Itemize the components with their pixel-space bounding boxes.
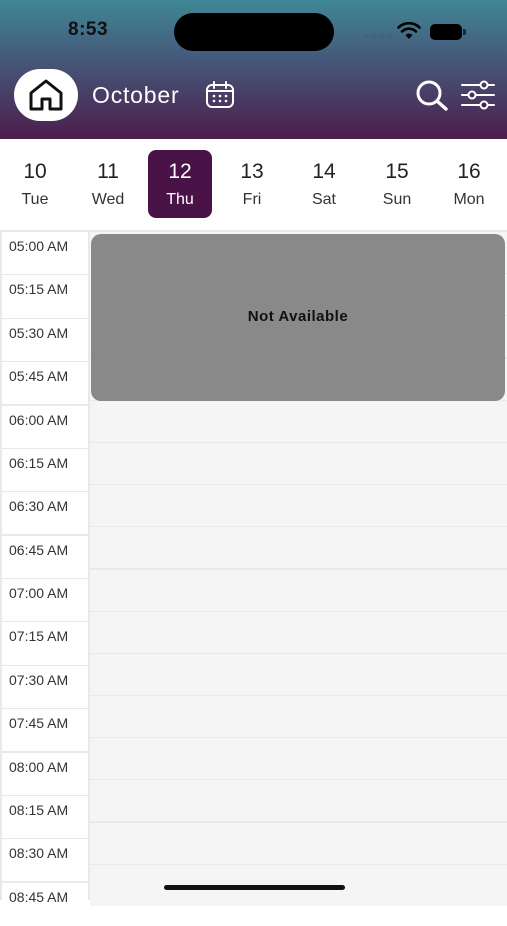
day-number: 12 [168, 160, 192, 183]
day-sun-15[interactable]: 15 Sun [365, 150, 429, 218]
day-selector: 10 Tue 11 Wed 12 Thu 13 Fri 14 Sat 15 Su… [0, 139, 507, 230]
day-tue-10[interactable]: 10 Tue [3, 150, 67, 218]
search-icon[interactable] [414, 78, 450, 112]
time-slot-label: 06:00 AM [2, 405, 88, 448]
time-slot-label: 05:30 AM [2, 318, 88, 361]
time-slot-cell[interactable] [90, 485, 507, 527]
day-number: 11 [97, 160, 119, 183]
time-slot-cell[interactable] [90, 527, 507, 569]
day-of-week: Sun [382, 191, 412, 208]
filter-sliders-icon[interactable] [460, 79, 496, 111]
time-slot-label: 05:00 AM [2, 232, 88, 275]
time-slot-label: 05:15 AM [2, 275, 88, 318]
time-slot-label: 07:00 AM [2, 579, 88, 622]
not-available-label: Not Available [247, 307, 349, 325]
day-mon-16[interactable]: 16 Mon [437, 150, 501, 218]
time-slot-cell[interactable] [90, 569, 507, 611]
time-slot-label: 08:15 AM [2, 795, 88, 839]
day-number: 15 [385, 160, 409, 183]
day-of-week: Thu [166, 191, 194, 208]
dynamic-island [174, 13, 334, 51]
day-of-week: Tue [21, 191, 49, 208]
time-slot-label: 05:45 AM [2, 362, 88, 405]
day-of-week: Fri [242, 191, 262, 208]
day-number: 16 [457, 160, 481, 183]
day-sat-14[interactable]: 14 Sat [292, 150, 356, 218]
day-wed-11[interactable]: 11 Wed [76, 150, 140, 218]
time-slot-cell[interactable] [90, 822, 507, 864]
wifi-icon [397, 22, 421, 39]
day-of-week: Sat [311, 191, 336, 208]
day-of-week: Mon [453, 191, 485, 208]
month-label[interactable]: October [92, 82, 179, 109]
calendar-icon[interactable] [204, 80, 236, 110]
day-thu-12-selected[interactable]: 12 Thu [148, 150, 212, 218]
time-slot-label: 08:30 AM [2, 839, 88, 882]
time-slot-cell[interactable] [90, 611, 507, 653]
battery-icon [430, 24, 466, 40]
time-slot-label: 06:45 AM [2, 535, 88, 578]
time-labels-column: 05:00 AM 05:15 AM 05:30 AM 05:45 AM 06:00 AM… [2, 232, 88, 926]
time-slot-label: 07:45 AM [2, 709, 88, 752]
home-icon [29, 79, 63, 111]
status-time: 8:53 [68, 19, 109, 40]
app-header: 8:53 October [0, 0, 507, 139]
time-slot-label: 07:30 AM [2, 665, 88, 708]
cellular-signal-icon [364, 29, 394, 39]
time-slot-cell[interactable] [90, 696, 507, 738]
time-slot-cell[interactable] [90, 442, 507, 484]
time-slot-label: 08:45 AM [2, 882, 88, 925]
day-of-week: Wed [91, 191, 125, 208]
day-number: 13 [240, 160, 264, 183]
home-button[interactable] [14, 69, 78, 121]
time-slot-cell[interactable] [90, 400, 507, 442]
time-slot-label: 06:30 AM [2, 492, 88, 535]
day-number: 10 [23, 160, 47, 183]
time-slot-cell[interactable] [90, 780, 507, 822]
time-slot-cell[interactable] [90, 738, 507, 780]
not-available-block[interactable]: Not Available [91, 234, 505, 401]
day-number: 14 [312, 160, 336, 183]
time-slot-cell[interactable] [90, 653, 507, 695]
time-slot-label: 06:15 AM [2, 448, 88, 492]
day-fri-13[interactable]: 13 Fri [220, 150, 284, 218]
time-slot-label: 08:00 AM [2, 752, 88, 795]
time-slot-label: 07:15 AM [2, 622, 88, 665]
home-indicator [164, 885, 345, 890]
